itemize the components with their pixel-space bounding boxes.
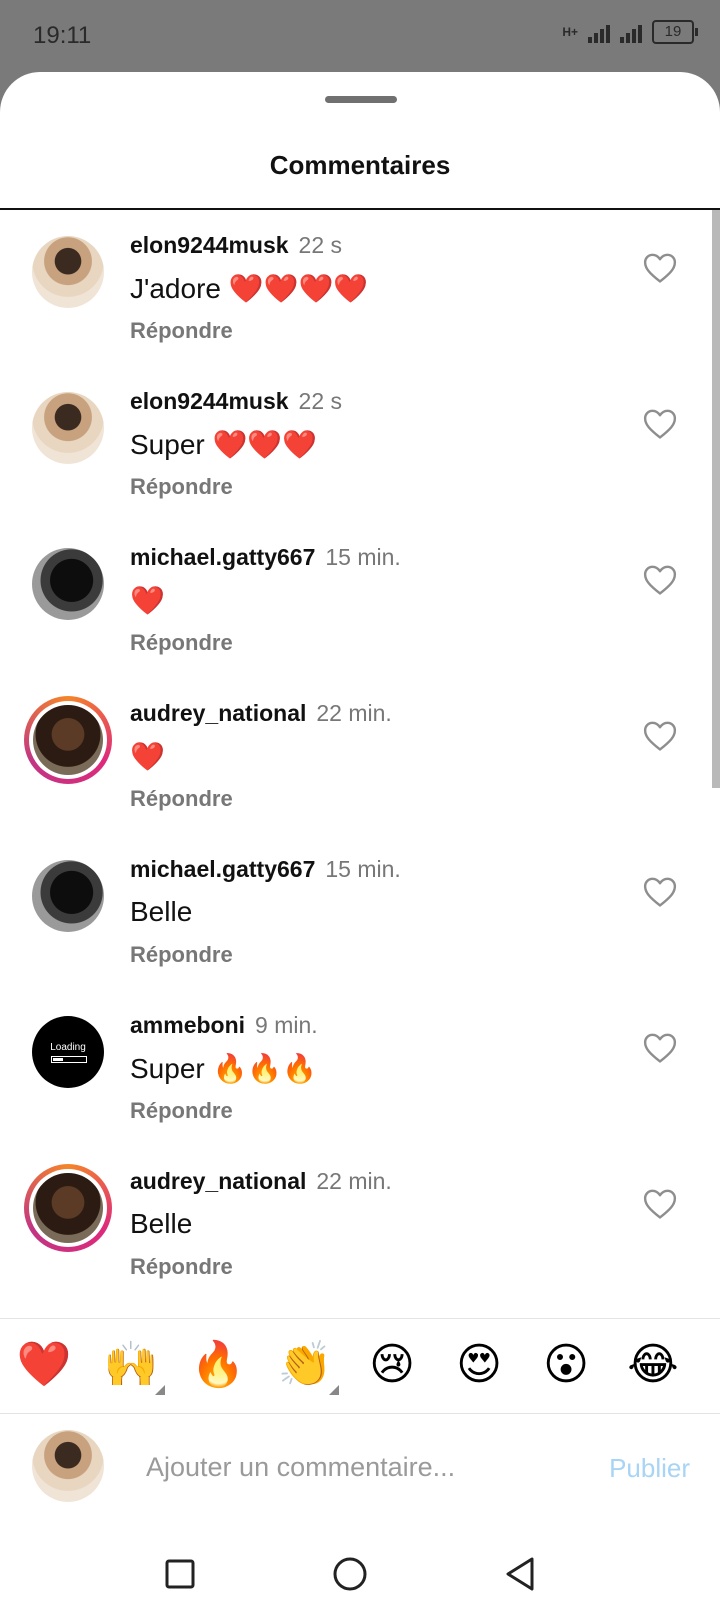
back-icon[interactable] [490,1544,550,1604]
comment-text: Belle [130,896,193,927]
comment-input[interactable] [144,1444,588,1490]
reply-button[interactable]: Répondre [130,1098,233,1124]
comment-time: 9 min. [255,1012,318,1038]
avatar[interactable] [32,860,104,932]
comment-username[interactable]: michael.gatty667 [130,544,315,570]
avatar[interactable]: Loading [32,1016,104,1088]
reply-button[interactable]: Répondre [130,1254,233,1280]
comment-meta: ammeboni 9 min. [130,1012,318,1039]
comments-sheet: Commentaires elon9244musk 22 s J'adore ❤️… [0,72,720,1612]
reaction-surprised[interactable]: 😮 [534,1337,598,1393]
like-heart-icon[interactable] [643,1032,677,1064]
variant-indicator-icon [329,1385,339,1395]
battery-icon: 19 [652,20,698,44]
like-heart-icon[interactable] [643,564,677,596]
comment-text: J'adore ❤️❤️❤️❤️ [130,273,369,304]
reply-button[interactable]: Répondre [130,318,233,344]
comment-time: 22 min. [316,700,392,726]
comment-meta: elon9244musk 22 s [130,232,342,259]
system-nav-bar [0,1534,720,1612]
like-heart-icon[interactable] [643,720,677,752]
comment-row: michael.gatty667 15 min. Belle Répondre [0,834,720,994]
drag-handle[interactable] [325,96,397,103]
like-heart-icon[interactable] [643,408,677,440]
comment-row: Loading ammeboni 9 min. Super 🔥🔥🔥 Répondr… [0,990,720,1150]
reaction-heart-eyes[interactable]: 😍 [447,1337,511,1393]
reaction-raised-hands[interactable]: 🙌 [99,1337,165,1395]
comment-row: elon9244musk 22 s J'adore ❤️❤️❤️❤️ Répond… [0,210,720,370]
avatar-photo [33,705,103,775]
battery-level: 19 [664,23,682,40]
comment-username[interactable]: elon9244musk [130,388,289,414]
reply-button[interactable]: Répondre [130,630,233,656]
avatar-photo [33,1173,103,1243]
avatar-with-story-ring[interactable] [24,696,112,784]
comment-meta: michael.gatty667 15 min. [130,856,401,883]
avatar-with-story-ring[interactable] [24,1164,112,1252]
quick-reactions-bar: ❤️ 🙌 🔥 👏 😢 😍 😮 😂 [0,1318,720,1414]
comment-text: Super 🔥🔥🔥 [130,1053,318,1084]
avatar[interactable] [32,392,104,464]
comment-username[interactable]: michael.gatty667 [130,856,315,882]
avatar[interactable] [32,236,104,308]
status-icons: H+ 19 [562,20,698,44]
reply-button[interactable]: Répondre [130,786,233,812]
network-type-label: H+ [562,25,578,39]
comment-username[interactable]: audrey_national [130,700,306,726]
avatar-ring-gap [29,701,107,779]
comment-time: 22 min. [316,1168,392,1194]
reaction-fire[interactable]: 🔥 [186,1337,250,1393]
reaction-crying[interactable]: 😢 [360,1337,424,1393]
recent-apps-icon[interactable] [150,1544,210,1604]
comment-time: 22 s [298,388,343,414]
avatar-loading-label: Loading [50,1042,86,1053]
current-user-avatar [32,1430,104,1502]
comment-time: 22 s [298,232,343,258]
reply-button[interactable]: Répondre [130,942,233,968]
reaction-clap[interactable]: 👏 [273,1337,339,1395]
comment-meta: michael.gatty667 15 min. [130,544,401,571]
comment-username[interactable]: audrey_national [130,1168,306,1194]
comment-meta: audrey_national 22 min. [130,1168,392,1195]
comment-row: michael.gatty667 15 min. ❤️ Répondre [0,522,720,682]
signal-icon [588,21,610,43]
signal-icon-2 [620,21,642,43]
sheet-title: Commentaires [269,150,451,180]
comment-row: audrey_national 22 min. ❤️ Répondre [0,678,720,838]
comment-meta: elon9244musk 22 s [130,388,342,415]
avatar-ring-gap [29,1169,107,1247]
variant-indicator-icon [155,1385,165,1395]
status-bar: 19:11 H+ 19 [0,0,720,72]
comment-username[interactable]: elon9244musk [130,232,289,258]
like-heart-icon[interactable] [643,1188,677,1220]
reaction-heart[interactable]: ❤️ [12,1337,76,1393]
comment-text: ❤️ [130,585,165,616]
like-heart-icon[interactable] [643,876,677,908]
comment-composer: Publier [0,1412,720,1522]
publish-button[interactable]: Publier [603,1452,696,1485]
like-heart-icon[interactable] [643,252,677,284]
loading-bar-icon [51,1056,87,1063]
comment-row: elon9244musk 22 s Super ❤️❤️❤️ Répondre [0,366,720,526]
reaction-clap-emoji: 👏 [277,1340,333,1389]
comment-row: audrey_national 22 min. Belle Répondre [0,1146,720,1306]
comment-time: 15 min. [325,544,401,570]
reaction-raised-hands-emoji: 🙌 [103,1340,159,1389]
home-icon[interactable] [320,1544,380,1604]
comment-text: Super ❤️❤️❤️ [130,429,318,460]
status-time: 19:11 [33,22,92,49]
comment-text: Belle [130,1208,193,1239]
comment-time: 15 min. [325,856,401,882]
reaction-laughing[interactable]: 😂 [621,1337,685,1393]
comment-text: ❤️ [130,741,165,772]
comment-meta: audrey_national 22 min. [130,700,392,727]
reply-button[interactable]: Répondre [130,474,233,500]
comment-username[interactable]: ammeboni [130,1012,245,1038]
avatar[interactable] [32,548,104,620]
